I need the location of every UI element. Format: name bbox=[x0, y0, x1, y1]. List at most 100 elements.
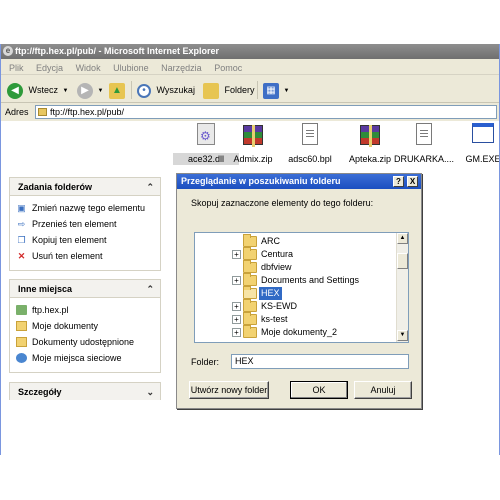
file-name: DRUKARKA.... bbox=[393, 154, 454, 164]
menu-plik[interactable]: Plik bbox=[9, 63, 24, 73]
views-button[interactable]: ▦ ▼ bbox=[263, 80, 289, 100]
collapse-chevron-icon[interactable]: ⌃ bbox=[146, 280, 154, 298]
place-my-documents[interactable]: Moje dokumenty bbox=[16, 318, 154, 334]
file-name: adsc60.bpl bbox=[288, 154, 332, 164]
place-label: ftp.hex.pl bbox=[32, 305, 69, 315]
views-icon: ▦ bbox=[263, 82, 279, 99]
folders-button[interactable]: Foldery bbox=[203, 80, 255, 100]
expand-plus-icon[interactable]: + bbox=[232, 328, 241, 337]
expand-plus-icon[interactable]: + bbox=[232, 315, 241, 324]
search-label: Wyszukaj bbox=[156, 85, 195, 95]
up-folder-button[interactable]: ▲ bbox=[109, 80, 125, 100]
folders-icon bbox=[203, 82, 219, 99]
scroll-down-icon[interactable]: ▼ bbox=[397, 330, 408, 341]
folder-icon bbox=[243, 260, 257, 273]
tree-scrollbar[interactable]: ▲ ▼ bbox=[396, 233, 408, 342]
open-folder-icon bbox=[243, 286, 257, 299]
ok-button[interactable]: OK bbox=[290, 381, 348, 399]
menu-edycja[interactable]: Edycja bbox=[36, 63, 63, 73]
place-label: Moje dokumenty bbox=[32, 321, 99, 331]
other-places-title: Inne miejsca bbox=[18, 284, 73, 294]
place-ftp[interactable]: ftp.hex.pl bbox=[16, 302, 154, 318]
address-input[interactable]: ftp://ftp.hex.pl/pub/ bbox=[35, 105, 497, 119]
menu-narzedzia[interactable]: Narzędzia bbox=[161, 63, 202, 73]
file-item[interactable]: adsc60.bpl bbox=[277, 123, 343, 165]
details-header[interactable]: Szczegóły ⌄ bbox=[9, 382, 161, 400]
menu-pomoc[interactable]: Pomoc bbox=[214, 63, 242, 73]
back-button[interactable]: ◀ Wstecz ▼ bbox=[7, 80, 69, 100]
toolbar: ◀ Wstecz ▼ ▶ ▼ ▲ • Wyszukaj Foldery ▦ ▼ bbox=[1, 77, 499, 103]
expand-chevron-icon[interactable]: ⌄ bbox=[146, 383, 154, 401]
task-move[interactable]: ⇨ Przenieś ten element bbox=[16, 216, 154, 232]
expand-plus-icon[interactable]: + bbox=[232, 276, 241, 285]
other-places-panel: Inne miejsca ⌃ ftp.hex.pl Moje dokumenty… bbox=[9, 279, 161, 373]
back-dropdown-icon[interactable]: ▼ bbox=[63, 88, 69, 94]
folder-icon bbox=[16, 321, 27, 331]
task-copy[interactable]: ❐ Kopiuj ten element bbox=[16, 232, 154, 248]
menu-widok[interactable]: Widok bbox=[76, 63, 101, 73]
dialog-title: Przeglądanie w poszukiwaniu folderu bbox=[181, 176, 341, 186]
folder-tasks-panel: Zadania folderów ⌃ ▣ Zmień nazwę tego el… bbox=[9, 177, 161, 271]
folder-tasks-title: Zadania folderów bbox=[18, 182, 93, 192]
window-title: ftp://ftp.hex.pl/pub/ - Microsoft Intern… bbox=[15, 46, 219, 56]
tree-item-label: ks-test bbox=[261, 314, 288, 324]
new-folder-button[interactable]: Utwórz nowy folder bbox=[189, 381, 269, 399]
collapse-chevron-icon[interactable]: ⌃ bbox=[146, 178, 154, 196]
exe-file-icon bbox=[472, 123, 494, 149]
folder-field-label: Folder: bbox=[191, 357, 220, 367]
forward-dropdown-icon[interactable]: ▼ bbox=[98, 88, 104, 94]
back-arrow-icon: ◀ bbox=[7, 82, 23, 99]
ftp-folder-icon bbox=[38, 108, 47, 116]
address-bar: Adres ftp://ftp.hex.pl/pub/ bbox=[1, 105, 499, 119]
up-folder-icon: ▲ bbox=[109, 82, 125, 99]
address-label: Adres bbox=[5, 107, 29, 117]
scroll-up-icon[interactable]: ▲ bbox=[397, 233, 408, 244]
task-delete[interactable]: ✕ Usuń ten element bbox=[16, 248, 154, 264]
tree-item-label: Documents and Settings bbox=[261, 275, 360, 285]
place-network[interactable]: Moje miejsca sieciowe bbox=[16, 350, 154, 366]
task-rename[interactable]: ▣ Zmień nazwę tego elementu bbox=[16, 200, 154, 216]
cancel-button[interactable]: Anuluj bbox=[354, 381, 412, 399]
address-value: ftp://ftp.hex.pl/pub/ bbox=[50, 107, 125, 117]
tree-item-label: dbfview bbox=[261, 262, 292, 272]
ie-icon: e bbox=[3, 46, 13, 56]
search-icon: • bbox=[137, 83, 151, 98]
scroll-thumb[interactable] bbox=[397, 253, 408, 269]
tree-item-label: KS-EWD bbox=[261, 301, 297, 311]
folder-tasks-body: ▣ Zmień nazwę tego elementu ⇨ Przenieś t… bbox=[9, 195, 161, 271]
dialog-title-bar[interactable]: Przeglądanie w poszukiwaniu folderu ? X bbox=[177, 174, 421, 189]
toolbar-separator bbox=[257, 81, 258, 99]
tree-item-label: Centura bbox=[261, 249, 294, 259]
views-dropdown-icon[interactable]: ▼ bbox=[284, 88, 290, 94]
tree-item-label: Moje dokumenty_2 bbox=[261, 327, 338, 337]
search-button[interactable]: • Wyszukaj bbox=[137, 80, 195, 100]
network-icon bbox=[16, 353, 27, 363]
document-file-icon bbox=[299, 123, 321, 149]
folders-label: Foldery bbox=[224, 85, 255, 95]
title-bar[interactable]: e ftp://ftp.hex.pl/pub/ - Microsoft Inte… bbox=[1, 44, 499, 59]
expand-plus-icon[interactable]: + bbox=[232, 250, 241, 259]
file-name: GM.EXE bbox=[465, 154, 500, 164]
close-button[interactable]: X bbox=[407, 176, 418, 187]
place-label: Moje miejsca sieciowe bbox=[32, 353, 122, 363]
place-shared-documents[interactable]: Dokumenty udostępnione bbox=[16, 334, 154, 350]
ftp-icon bbox=[16, 305, 27, 315]
file-item[interactable]: GM.EXE bbox=[450, 123, 500, 165]
expand-plus-icon[interactable]: + bbox=[232, 302, 241, 311]
task-label: Usuń ten element bbox=[32, 251, 103, 261]
details-panel: Szczegóły ⌄ bbox=[9, 382, 161, 400]
other-places-body: ftp.hex.pl Moje dokumenty Dokumenty udos… bbox=[9, 297, 161, 373]
folder-name-input[interactable]: HEX bbox=[231, 354, 409, 369]
folder-icon bbox=[243, 234, 257, 247]
help-button[interactable]: ? bbox=[393, 176, 404, 187]
tree-item-label: HEX bbox=[259, 287, 282, 300]
forward-button[interactable]: ▶ ▼ bbox=[77, 80, 103, 100]
other-places-header[interactable]: Inne miejsca ⌃ bbox=[9, 279, 161, 297]
menu-ulubione[interactable]: Ulubione bbox=[113, 63, 149, 73]
zip-archive-icon bbox=[242, 123, 264, 149]
folder-tasks-header[interactable]: Zadania folderów ⌃ bbox=[9, 177, 161, 195]
dll-file-icon bbox=[195, 123, 217, 149]
file-item[interactable]: DRUKARKA.... bbox=[391, 123, 457, 165]
folder-tree[interactable]: ARC + Centura dbfview + Documents and Se… bbox=[194, 232, 409, 343]
zip-archive-icon bbox=[359, 123, 381, 149]
